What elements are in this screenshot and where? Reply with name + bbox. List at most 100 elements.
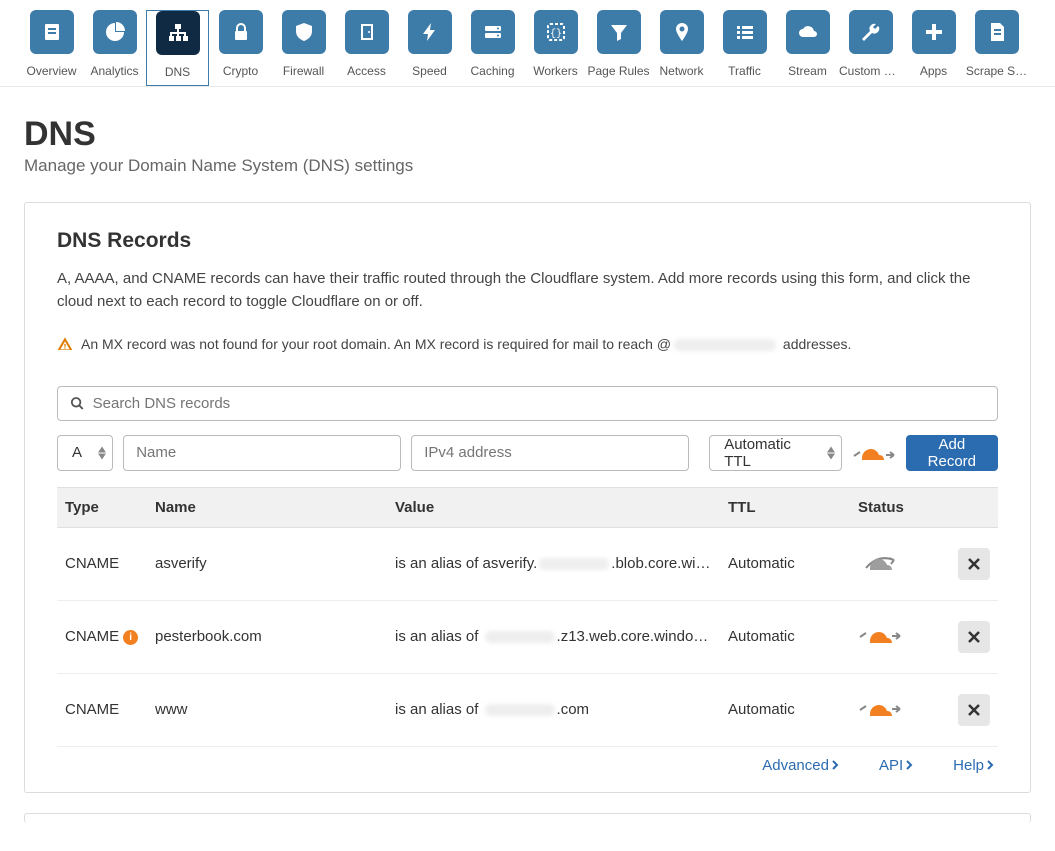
nav-item-caching[interactable]: Caching — [461, 10, 524, 86]
nav-item-apps[interactable]: Apps — [902, 10, 965, 86]
nav-label: Network — [659, 64, 703, 78]
svg-text:{}: {} — [549, 28, 561, 40]
cell-type: CNAMEi — [57, 600, 147, 673]
shield-icon — [282, 10, 326, 54]
search-input[interactable] — [93, 395, 985, 412]
plus-icon — [912, 10, 956, 54]
nav-label: Traffic — [728, 64, 761, 78]
cell-value: is an alias of .com — [387, 673, 720, 746]
nav-item-workers[interactable]: {} Workers — [524, 10, 587, 86]
warning-text: An MX record was not found for your root… — [81, 336, 851, 352]
search-icon — [70, 396, 85, 411]
cell-name: www — [147, 673, 387, 746]
cell-name: asverify — [147, 527, 387, 600]
page-subtitle: Manage your Domain Name System (DNS) set… — [24, 156, 1031, 176]
cell-name: pesterbook.com — [147, 600, 387, 673]
page-title: DNS — [24, 115, 1031, 154]
card-footer-links: Advanced API Help — [57, 747, 998, 778]
record-type-select[interactable]: A — [57, 435, 113, 471]
advanced-link[interactable]: Advanced — [762, 757, 839, 774]
nav-label: Crypto — [223, 64, 258, 78]
col-type: Type — [57, 487, 147, 527]
funnel-icon — [597, 10, 641, 54]
proxy-status-toggle[interactable] — [852, 442, 896, 464]
sitemap-icon — [156, 11, 200, 55]
nav-item-traffic[interactable]: Traffic — [713, 10, 776, 86]
page-body: DNS Manage your Domain Name System (DNS)… — [0, 87, 1055, 851]
redacted-value — [539, 558, 609, 570]
card-description: A, AAAA, and CNAME records can have thei… — [57, 267, 998, 314]
nav-label: Stream — [788, 64, 827, 78]
pie-icon — [93, 10, 137, 54]
nav-item-overview[interactable]: Overview — [20, 10, 83, 86]
record-name-input[interactable] — [123, 435, 401, 471]
nav-label: Overview — [26, 64, 76, 78]
add-record-button[interactable]: Add Record — [906, 435, 998, 471]
cell-ttl: Automatic — [720, 527, 850, 600]
info-icon[interactable]: i — [123, 630, 138, 645]
cell-ttl: Automatic — [720, 600, 850, 673]
next-card-peek — [24, 813, 1031, 823]
nav-label: Caching — [470, 64, 514, 78]
delete-record-button[interactable] — [958, 694, 990, 726]
nav-label: Scrape S… — [966, 64, 1027, 78]
nav-item-stream[interactable]: Stream — [776, 10, 839, 86]
col-ttl: TTL — [720, 487, 850, 527]
close-icon — [968, 631, 980, 643]
list-icon — [723, 10, 767, 54]
search-box[interactable] — [57, 386, 998, 421]
nav-item-scrape-s-[interactable]: Scrape S… — [965, 10, 1028, 86]
record-value-input[interactable] — [411, 435, 689, 471]
nav-item-access[interactable]: Access — [335, 10, 398, 86]
dns-records-table: Type Name Value TTL Status CNAME asverif… — [57, 487, 998, 747]
redacted-value — [485, 631, 555, 643]
cell-status[interactable] — [850, 527, 950, 600]
nav-label: Analytics — [90, 64, 138, 78]
nav-label: Custom P… — [839, 64, 902, 78]
nav-label: Page Rules — [587, 64, 649, 78]
warning-icon — [57, 336, 73, 352]
delete-record-button[interactable] — [958, 548, 990, 580]
nav-item-custom-p-[interactable]: Custom P… — [839, 10, 902, 86]
add-record-form: A Automatic TTL Add Record — [57, 435, 998, 471]
nav-item-firewall[interactable]: Firewall — [272, 10, 335, 86]
nav-label: Firewall — [283, 64, 324, 78]
cell-ttl: Automatic — [720, 673, 850, 746]
record-ttl-select[interactable]: Automatic TTL — [709, 435, 841, 471]
dns-records-card: DNS Records A, AAAA, and CNAME records c… — [24, 202, 1031, 793]
nav-item-page-rules[interactable]: Page Rules — [587, 10, 650, 86]
nav-label: Speed — [412, 64, 447, 78]
table-row[interactable]: CNAME www is an alias of .com Automatic — [57, 673, 998, 746]
nav-item-crypto[interactable]: Crypto — [209, 10, 272, 86]
doc-icon — [30, 10, 74, 54]
braces-icon: {} — [534, 10, 578, 54]
nav-item-network[interactable]: Network — [650, 10, 713, 86]
drive-icon — [471, 10, 515, 54]
col-name: Name — [147, 487, 387, 527]
table-row[interactable]: CNAME asverify is an alias of asverify..… — [57, 527, 998, 600]
api-link[interactable]: API — [879, 757, 913, 774]
top-nav: Overview Analytics DNS Crypto Firewall Access… — [0, 0, 1055, 87]
table-row[interactable]: CNAMEi pesterbook.com is an alias of .z1… — [57, 600, 998, 673]
nav-item-analytics[interactable]: Analytics — [83, 10, 146, 86]
mx-warning: An MX record was not found for your root… — [57, 336, 998, 352]
lock-icon — [219, 10, 263, 54]
nav-item-speed[interactable]: Speed — [398, 10, 461, 86]
pin-icon — [660, 10, 704, 54]
stepper-icon — [98, 446, 106, 459]
close-icon — [968, 704, 980, 716]
nav-label: Access — [347, 64, 386, 78]
delete-record-button[interactable] — [958, 621, 990, 653]
cell-value: is an alias of .z13.web.core.windo… — [387, 600, 720, 673]
bolt-icon — [408, 10, 452, 54]
nav-label: DNS — [165, 65, 190, 79]
nav-label: Apps — [920, 64, 947, 78]
nav-item-dns[interactable]: DNS — [146, 10, 209, 86]
nav-label: Workers — [533, 64, 577, 78]
help-link[interactable]: Help — [953, 757, 994, 774]
cell-type: CNAME — [57, 527, 147, 600]
door-icon — [345, 10, 389, 54]
cell-status[interactable] — [850, 673, 950, 746]
cell-value: is an alias of asverify..blob.core.wi… — [387, 527, 720, 600]
cell-status[interactable] — [850, 600, 950, 673]
